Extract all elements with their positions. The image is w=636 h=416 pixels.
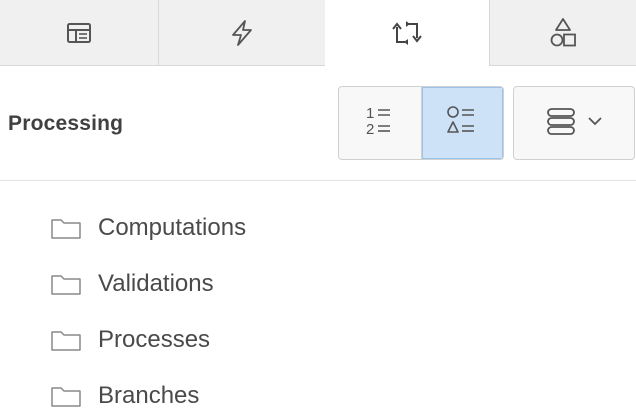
view-by-type-button[interactable] [421, 87, 503, 159]
stack-icon [544, 104, 578, 143]
display-menu-button[interactable] [513, 86, 635, 160]
svg-text:2: 2 [366, 121, 374, 138]
tab-page-layout[interactable] [0, 0, 158, 66]
chevron-down-icon [586, 114, 604, 132]
shapes-icon [547, 16, 579, 50]
tree-item-processes[interactable]: Processes [50, 320, 210, 360]
tree-item-label: Computations [98, 214, 247, 241]
page-title: Processing [8, 112, 124, 135]
folder-icon [50, 384, 82, 408]
view-by-order-button[interactable]: 1 2 [339, 87, 422, 159]
tree-item-label: Processes [98, 326, 211, 353]
tree-item-branches[interactable]: Branches [50, 376, 199, 416]
tree-item-label: Branches [98, 382, 200, 409]
folder-icon [50, 216, 82, 240]
layout-panel-icon [65, 21, 93, 45]
svg-text:1: 1 [366, 105, 374, 122]
view-toggle-group: 1 2 [338, 86, 504, 160]
ordered-list-icon: 1 2 [360, 101, 400, 146]
tab-dynamic-actions[interactable] [159, 0, 325, 66]
tab-bar [0, 0, 636, 66]
header-divider [0, 180, 636, 181]
folder-icon [50, 328, 82, 352]
shapes-list-icon [442, 101, 482, 146]
tab-processing[interactable] [325, 0, 489, 66]
lightning-icon [227, 18, 257, 48]
panel-header: Processing 1 2 [0, 66, 636, 180]
tree-item-computations[interactable]: Computations [50, 208, 246, 248]
tree-item-validations[interactable]: Validations [50, 264, 214, 304]
process-arrows-icon [389, 18, 425, 48]
tree-item-label: Validations [98, 270, 214, 297]
tab-shared-components[interactable] [490, 0, 636, 66]
folder-icon [50, 272, 82, 296]
